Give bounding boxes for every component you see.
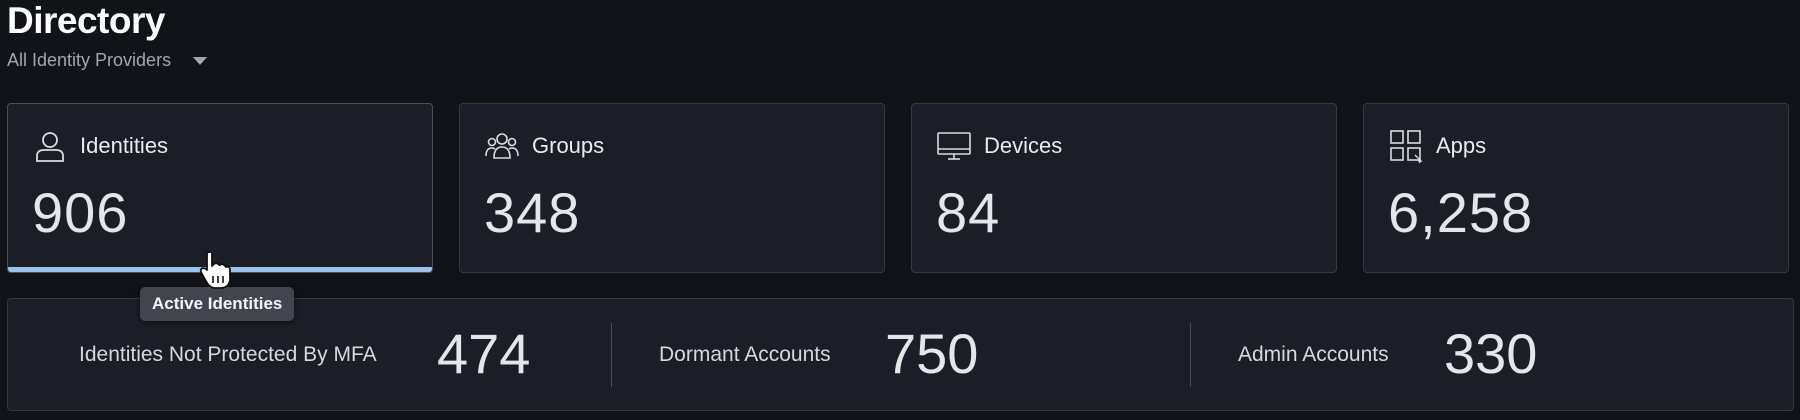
groups-card[interactable]: Groups 348 xyxy=(459,103,885,273)
devices-card[interactable]: Devices 84 xyxy=(911,103,1337,273)
page-title: Directory xyxy=(7,0,165,41)
user-icon xyxy=(36,132,64,162)
groups-count: 348 xyxy=(484,181,581,244)
admin-metric[interactable]: Admin Accounts xyxy=(1238,299,1389,410)
groups-card-label: Groups xyxy=(532,133,605,158)
mfa-metric-value[interactable]: 474 xyxy=(437,321,530,386)
dormant-metric-value[interactable]: 750 xyxy=(885,321,978,386)
devices-count: 84 xyxy=(936,181,1001,244)
divider xyxy=(611,323,612,387)
divider xyxy=(1190,323,1191,387)
apps-grid-icon xyxy=(1390,130,1423,164)
apps-card-label: Apps xyxy=(1436,133,1487,158)
apps-count: 6,258 xyxy=(1388,181,1534,244)
identity-provider-dropdown[interactable]: All Identity Providers xyxy=(7,50,208,71)
devices-card-label: Devices xyxy=(984,133,1063,158)
apps-card[interactable]: Apps 6,258 xyxy=(1363,103,1789,273)
active-identities-tooltip: Active Identities xyxy=(140,287,295,321)
dormant-metric[interactable]: Dormant Accounts xyxy=(659,299,831,410)
monitor-icon xyxy=(937,132,971,160)
identities-count: 906 xyxy=(32,181,129,244)
users-group-icon xyxy=(485,133,519,159)
dormant-metric-label: Dormant Accounts xyxy=(659,342,831,366)
caret-down-icon xyxy=(193,56,208,65)
mfa-metric-label: Identities Not Protected By MFA xyxy=(79,342,377,366)
admin-metric-label: Admin Accounts xyxy=(1238,342,1389,366)
identities-card[interactable]: Identities 906 xyxy=(7,103,433,273)
admin-metric-value[interactable]: 330 xyxy=(1444,321,1537,386)
identities-card-label: Identities xyxy=(80,133,169,158)
hand-pointer-cursor-icon xyxy=(199,251,231,289)
identity-provider-dropdown-label: All Identity Providers xyxy=(7,50,172,70)
